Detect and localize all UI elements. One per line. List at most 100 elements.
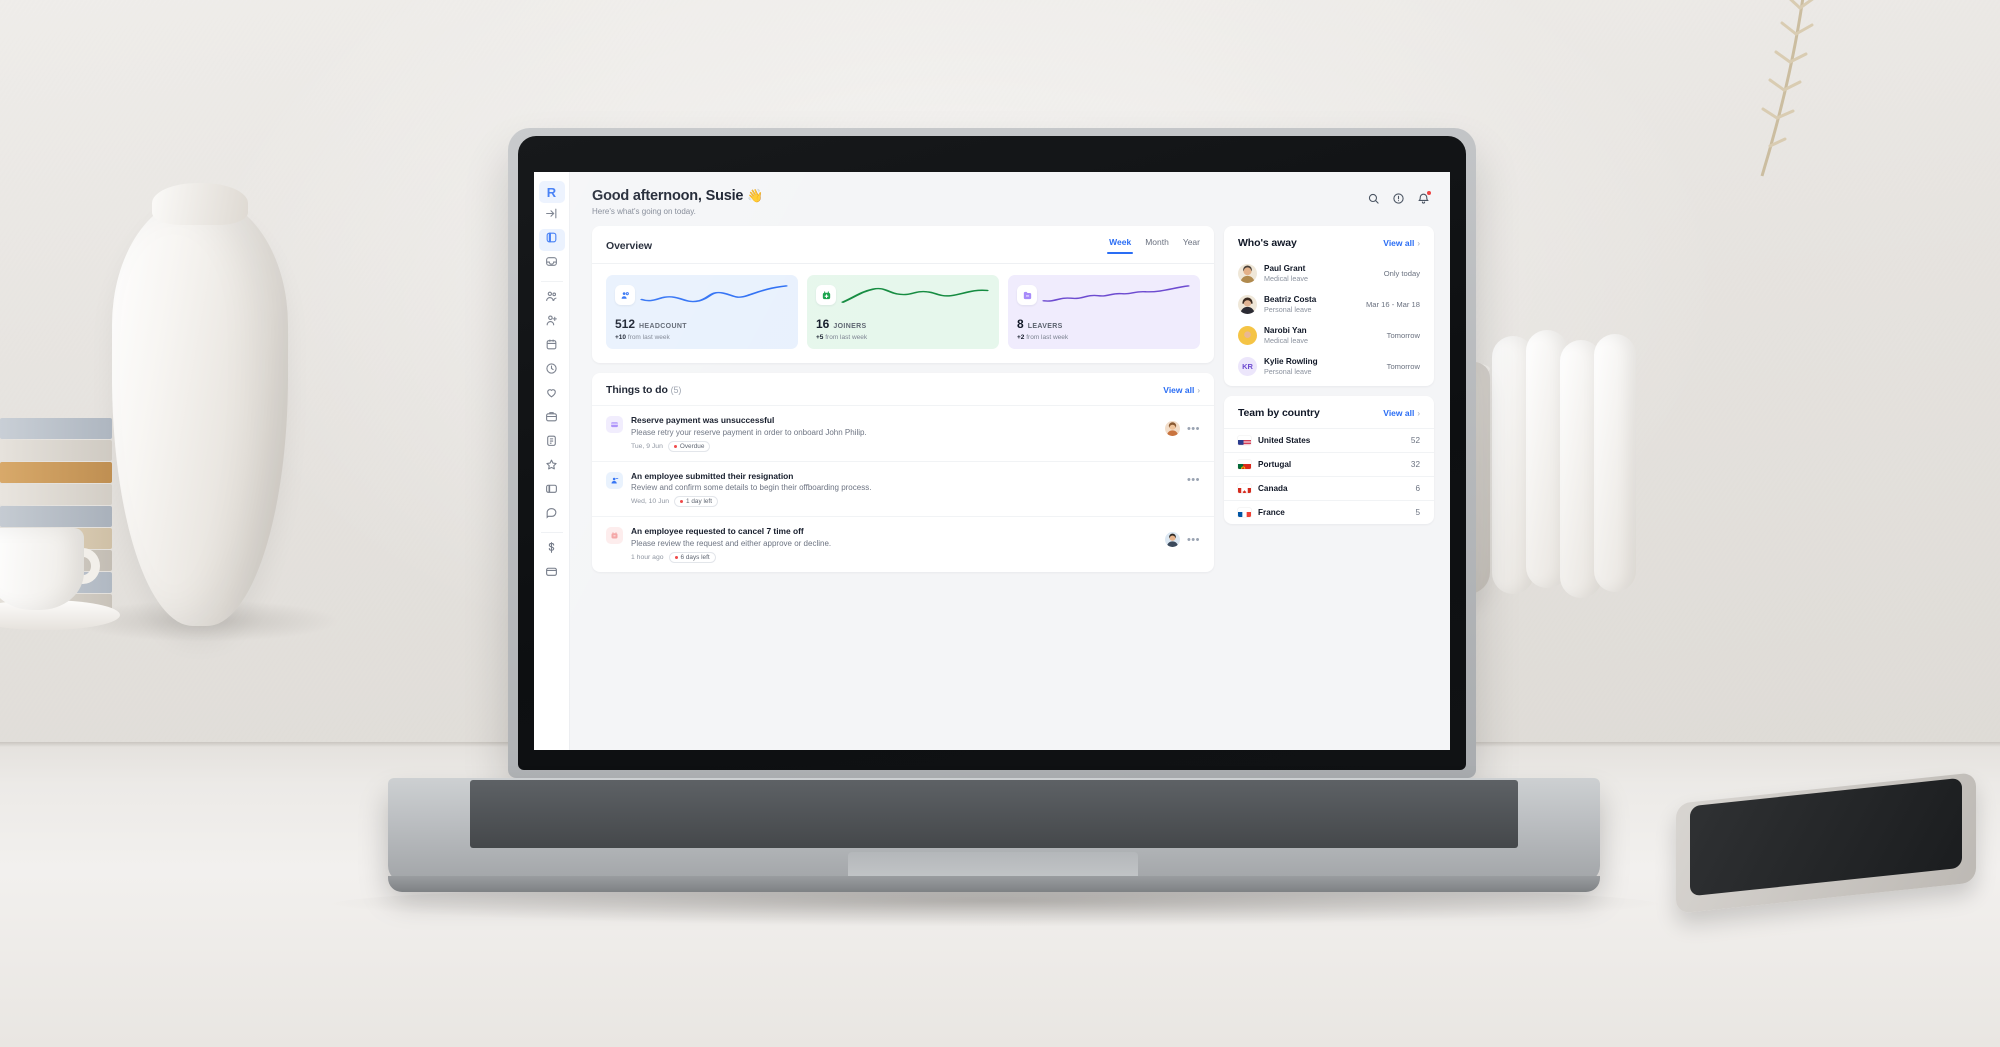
stat-top-row: [816, 284, 990, 306]
stat-value-row: 512 HEADCOUNT: [615, 317, 789, 331]
team-by-country-view-all[interactable]: View all ›: [1383, 408, 1420, 418]
team-by-country-header: Team by country View all ›: [1224, 396, 1434, 428]
people-icon: [615, 285, 635, 305]
list-item[interactable]: KR Kylie Rowling Personal leave Tomorrow: [1224, 351, 1434, 382]
stat-label: JOINERS: [833, 323, 867, 330]
row-more-menu-icon[interactable]: •••: [1187, 423, 1200, 434]
dashboard-icon: [545, 231, 558, 249]
list-item-title: Reserve payment was unsuccessful: [631, 415, 775, 425]
country-count: 52: [1410, 436, 1420, 445]
sidebar-item-benefits[interactable]: [539, 384, 565, 406]
list-item-actions: •••: [1164, 526, 1200, 547]
row-more-menu-icon[interactable]: •••: [1187, 534, 1200, 545]
sidebar-item-billing[interactable]: [539, 539, 565, 561]
dollar-icon: [545, 541, 558, 559]
app-sidebar[interactable]: R: [534, 172, 570, 750]
things-to-do-count: (5): [670, 385, 682, 395]
briefcase-icon: [545, 410, 558, 428]
status-dot: [673, 444, 677, 448]
chevron-right-icon: ›: [1417, 408, 1420, 418]
stat-delta: +5 from last week: [816, 334, 990, 341]
sidebar-item-payroll[interactable]: [539, 480, 565, 502]
list-item[interactable]: An employee requested to cancel 7 time o…: [592, 516, 1214, 572]
sidebar-item-expenses[interactable]: [539, 563, 565, 585]
list-item-desc: Please retry your reserve payment in ord…: [631, 427, 867, 437]
list-item[interactable]: Paul Grant Medical leave Only today: [1224, 258, 1434, 289]
laptop-screen: R Good afternoon, Susie 👋 Here's what's …: [534, 172, 1450, 750]
table-row[interactable]: Canada 6: [1224, 476, 1434, 500]
overview-tabs[interactable]: Week Month Year: [1107, 237, 1200, 254]
sidebar-item-inbox[interactable]: [539, 253, 565, 275]
sidebar-item-hire[interactable]: [539, 312, 565, 334]
list-item-body: Reserve payment was unsuccessful Please …: [631, 415, 1157, 452]
sidebar-item-jobs[interactable]: [539, 408, 565, 430]
leave-type: Medical leave: [1264, 336, 1308, 345]
list-item[interactable]: Narobi Yan Medical leave Tomorrow: [1224, 320, 1434, 351]
sidebar-divider-2: [540, 532, 563, 533]
notifications-bell-icon[interactable]: [1417, 191, 1431, 205]
avatar: [1238, 264, 1257, 283]
header-actions: [1367, 188, 1431, 205]
search-icon[interactable]: [1367, 192, 1380, 205]
sidebar-item-performance[interactable]: [539, 456, 565, 478]
avatar-initials-text: KR: [1238, 357, 1257, 376]
sidebar-item-remote-logo[interactable]: R: [538, 181, 565, 203]
list-item[interactable]: Beatriz Costa Personal leave Mar 16 - Ma…: [1224, 289, 1434, 320]
sidebar-item-people[interactable]: [539, 288, 565, 310]
joiners-sparkline: [841, 287, 989, 303]
list-item-meta: Tue, 9 Jun Overdue: [631, 440, 1157, 452]
stat-delta-value: +2: [1017, 334, 1025, 341]
sidebar-item-collapse[interactable]: [539, 205, 565, 227]
stat-card-headcount[interactable]: 512 HEADCOUNT +10 from last week: [606, 275, 798, 349]
wave-emoji: 👋: [747, 188, 764, 203]
stat-label: LEAVERS: [1027, 323, 1063, 330]
list-item-date: Tue, 9 Jun: [631, 442, 663, 450]
sidebar-item-documents[interactable]: [539, 432, 565, 454]
status-badge: 1 day left: [674, 496, 718, 507]
list-item[interactable]: Reserve payment was unsuccessful Please …: [592, 405, 1214, 461]
help-icon[interactable]: [1392, 192, 1405, 205]
avatar: [1238, 326, 1257, 345]
dried-stem: [1700, 0, 1820, 220]
country-name: United States: [1258, 436, 1311, 445]
list-item-actions: •••: [1164, 415, 1200, 436]
sidebar-item-support[interactable]: [539, 504, 565, 526]
stat-card-joiners[interactable]: 16 JOINERS +5 from last week: [807, 275, 999, 349]
sidebar-item-time-tracking[interactable]: [539, 360, 565, 382]
heart-icon: [545, 386, 558, 404]
chevron-right-icon: ›: [1417, 238, 1420, 248]
tab-week[interactable]: Week: [1107, 237, 1134, 254]
things-to-do-view-all[interactable]: View all ›: [1163, 385, 1200, 395]
table-row[interactable]: France 5: [1224, 500, 1434, 524]
stat-delta: +2 from last week: [1017, 334, 1191, 341]
sidebar-item-dashboard[interactable]: [538, 229, 565, 251]
stat-delta-value: +10: [615, 334, 627, 341]
leavers-sparkline: [1042, 285, 1190, 302]
table-row[interactable]: United States 52: [1224, 428, 1434, 452]
country-name: Portugal: [1258, 460, 1292, 469]
chevron-right-icon: ›: [1197, 385, 1200, 395]
list-item-meta: Wed, 10 Jun 1 day left: [631, 496, 1179, 507]
greeting-block: Good afternoon, Susie 👋 Here's what's go…: [592, 188, 763, 216]
desk-photo-scene: R Good afternoon, Susie 👋 Here's what's …: [0, 0, 2000, 1047]
things-to-do-header: Things to do (5) View all ›: [592, 373, 1214, 405]
row-more-menu-icon[interactable]: •••: [1187, 474, 1200, 485]
person-name: Kylie Rowling: [1264, 357, 1318, 366]
list-item-body: An employee requested to cancel 7 time o…: [631, 526, 1157, 563]
table-row[interactable]: Portugal 32: [1224, 452, 1434, 476]
whos-away-view-all[interactable]: View all ›: [1383, 238, 1420, 248]
list-item-title: An employee requested to cancel 7 time o…: [631, 526, 804, 536]
stat-delta-value: +5: [816, 334, 824, 341]
coffee-cup: [0, 528, 84, 610]
tab-year[interactable]: Year: [1183, 237, 1200, 254]
overview-header: Overview Week Month Year: [592, 226, 1214, 263]
stat-card-leavers[interactable]: 8 LEAVERS +2 from last week: [1008, 275, 1200, 349]
tab-month[interactable]: Month: [1145, 237, 1169, 254]
list-item[interactable]: An employee submitted their resignation …: [592, 460, 1214, 517]
list-item-actions: •••: [1187, 471, 1200, 485]
flag-icon-pt: [1238, 460, 1251, 469]
country-name: France: [1258, 508, 1285, 517]
sidebar-item-calendar[interactable]: [539, 336, 565, 358]
collapse-sidebar-icon: [545, 207, 558, 225]
wallet-icon: [545, 565, 558, 583]
